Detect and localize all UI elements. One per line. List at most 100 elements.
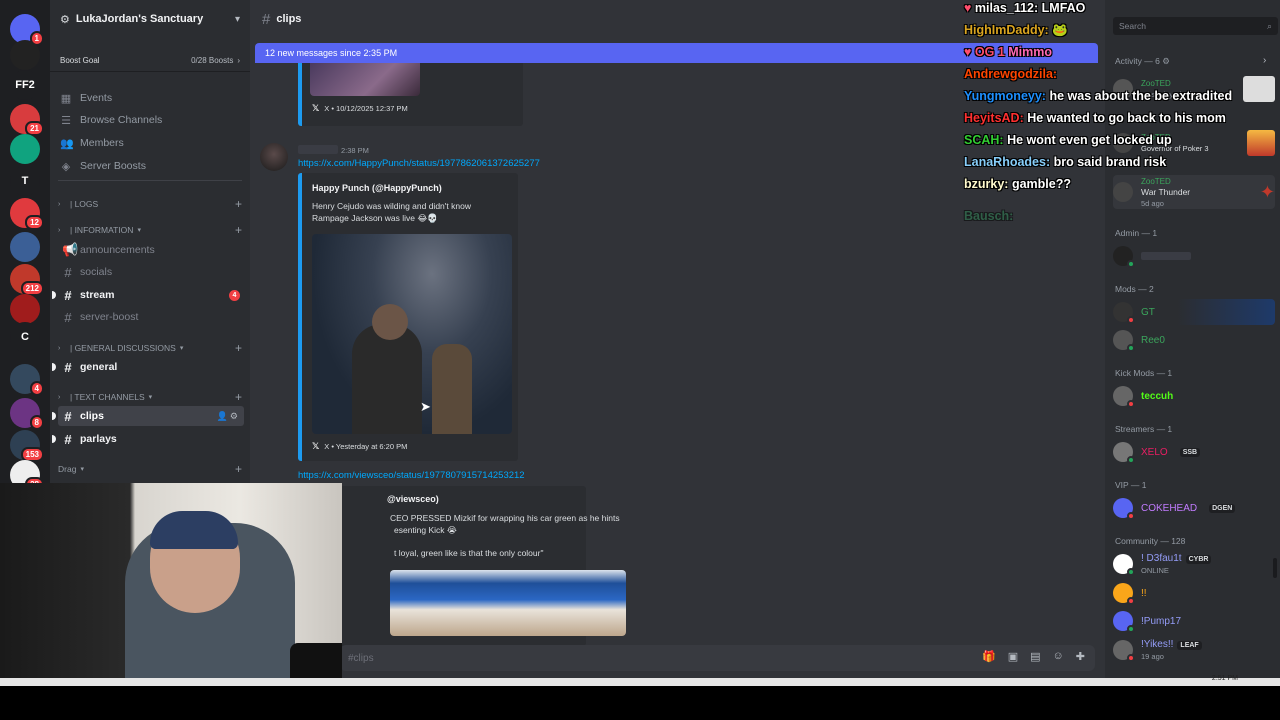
- category-label: | LOGS: [70, 199, 99, 209]
- category-text-channels[interactable]: › | TEXT CHANNELS ▾ +: [58, 389, 242, 405]
- add-channel-icon[interactable]: +: [235, 390, 242, 404]
- guild-header[interactable]: ⚙ LukaJordan's Sanctuary ▾: [50, 0, 250, 38]
- member-item[interactable]: XELO SSB: [1113, 439, 1275, 465]
- sticker-icon[interactable]: ▤: [1030, 650, 1040, 663]
- avatar[interactable]: [260, 143, 288, 171]
- guild-icon: ⚙: [60, 13, 70, 26]
- server-icon[interactable]: 12: [10, 198, 44, 230]
- webcam-overlay: [0, 483, 342, 680]
- member-item[interactable]: !!: [1113, 580, 1275, 606]
- nav-boosts-label: Server Boosts: [80, 160, 146, 172]
- message-link[interactable]: https://x.com/HappyPunch/status/19778620…: [298, 158, 540, 169]
- nav-browse-channels[interactable]: ☰ Browse Channels: [58, 110, 242, 130]
- hash-icon: #: [64, 309, 72, 325]
- author-name[interactable]: [298, 145, 338, 154]
- server-icon[interactable]: 4: [10, 364, 44, 396]
- embed-1: 𝕏 X • 10/12/2025 12:37 PM: [298, 63, 523, 126]
- mention-badge: 8: [29, 415, 44, 430]
- nav-events[interactable]: ▦ Events: [58, 88, 242, 108]
- channel-stream[interactable]: # stream 4: [52, 285, 244, 305]
- apps-icon[interactable]: ✚: [1076, 650, 1085, 663]
- category-general-discussions[interactable]: › | GENERAL DISCUSSIONS ▾ +: [58, 340, 242, 356]
- chat-message: He wont even get locked up: [1007, 133, 1172, 147]
- gif-icon[interactable]: ▣: [1008, 650, 1018, 663]
- server-icon[interactable]: 21: [10, 104, 44, 136]
- channel-settings-icon[interactable]: 👤⚙: [217, 411, 240, 422]
- boost-goal-banner[interactable]: Boost Goal 0/28 Boosts ›: [50, 50, 250, 72]
- member-name: Ree0: [1141, 334, 1165, 346]
- chevron-right-icon: ›: [58, 200, 61, 208]
- category-label: | INFORMATION: [70, 225, 134, 235]
- server-icon[interactable]: 153: [10, 430, 44, 462]
- avatar: [1113, 611, 1135, 633]
- channel-clips[interactable]: # clips 👤⚙: [52, 406, 244, 426]
- server-icon[interactable]: 8: [10, 398, 44, 430]
- server-icon[interactable]: [10, 294, 40, 324]
- embed-thumbnail[interactable]: [310, 63, 420, 96]
- emoji-icon[interactable]: ☺: [1053, 650, 1064, 663]
- channel-socials[interactable]: # socials: [58, 262, 244, 282]
- message-link[interactable]: https://x.com/viewsceo/status/1977807915…: [298, 470, 525, 481]
- embed-author[interactable]: Happy Punch (@HappyPunch): [312, 183, 442, 193]
- member-name: ! D3fau1t: [1141, 552, 1182, 564]
- gift-icon[interactable]: 🎁: [982, 650, 996, 663]
- status-indicator: [1127, 625, 1135, 633]
- category-drag[interactable]: Drag ▾ +: [58, 461, 242, 477]
- embed-author[interactable]: @viewsceo): [387, 494, 439, 504]
- member-item[interactable]: [1113, 243, 1275, 269]
- chat-message: LMFAO: [1041, 1, 1086, 15]
- chat-message: gamble??: [1011, 177, 1071, 191]
- member-item[interactable]: Ree0: [1113, 327, 1275, 353]
- server-icon[interactable]: C: [10, 322, 40, 352]
- webcam-chair: [290, 643, 342, 680]
- chat-message: he was about the be extradited: [1049, 89, 1233, 103]
- new-messages-text: 12 new messages since 2:35 PM: [265, 48, 398, 58]
- channel-parlays[interactable]: # parlays: [52, 429, 244, 449]
- channel-server-boost[interactable]: # server-boost: [58, 307, 244, 327]
- member-name: [1141, 252, 1191, 260]
- member-tag: SSB: [1179, 447, 1201, 457]
- server-label: FF2: [15, 79, 35, 91]
- server-icon[interactable]: FF2: [10, 70, 40, 100]
- server-icon[interactable]: [10, 134, 40, 164]
- member-name: XELO: [1141, 446, 1168, 458]
- x-logo-icon: 𝕏: [312, 441, 320, 451]
- member-item[interactable]: ! D3fau1t CYBR ONLINE: [1113, 551, 1275, 577]
- boost-goal-value: 0/28 Boosts: [191, 56, 234, 65]
- member-item[interactable]: !Yikes!! LEAF 19 ago: [1113, 637, 1275, 663]
- embed-footer: 𝕏 X • 10/12/2025 12:37 PM: [312, 103, 408, 114]
- channel-general[interactable]: # general: [52, 357, 244, 377]
- nav-members[interactable]: 👥 Members: [58, 133, 242, 153]
- member-item[interactable]: !Pump17: [1113, 608, 1275, 634]
- channel-announcements[interactable]: 📢 announcements: [58, 240, 244, 260]
- server-icon[interactable]: T: [10, 166, 40, 196]
- member-item[interactable]: COKEHEAD DGEN: [1113, 495, 1275, 521]
- avatar: [1113, 246, 1135, 268]
- overlay-chat-line: HeyitsAD: He wanted to go back to his mo…: [964, 111, 1226, 125]
- avatar: [1113, 498, 1135, 520]
- add-channel-icon[interactable]: +: [235, 223, 242, 237]
- chevron-down-icon: ▾: [80, 466, 84, 473]
- member-tag: DGEN: [1209, 503, 1236, 513]
- nav-server-boosts[interactable]: ◈ Server Boosts: [58, 156, 242, 176]
- add-channel-icon[interactable]: +: [235, 341, 242, 355]
- embed-video[interactable]: ➤: [312, 234, 512, 434]
- add-channel-icon[interactable]: +: [235, 197, 242, 211]
- add-channel-icon[interactable]: +: [235, 462, 242, 476]
- hash-icon: #: [64, 359, 72, 375]
- emote-icon: 🐸: [1052, 23, 1068, 37]
- embed-description: t loyal, green like is that the only col…: [394, 548, 544, 558]
- status-indicator: [1127, 456, 1135, 464]
- member-item[interactable]: GT: [1113, 299, 1275, 325]
- embed-image[interactable]: [390, 570, 626, 636]
- channel-label: stream: [80, 289, 115, 301]
- browse-icon: ☰: [61, 114, 71, 127]
- server-icon[interactable]: 212: [10, 264, 44, 296]
- server-icon[interactable]: [10, 40, 40, 70]
- mention-badge: 4: [229, 289, 240, 301]
- member-list-scrollbar[interactable]: [1273, 558, 1277, 578]
- category-logs[interactable]: › | LOGS +: [58, 196, 242, 212]
- category-information[interactable]: › | INFORMATION ▾ +: [58, 222, 242, 238]
- server-icon[interactable]: [10, 232, 40, 262]
- member-item[interactable]: teccuh: [1113, 383, 1275, 409]
